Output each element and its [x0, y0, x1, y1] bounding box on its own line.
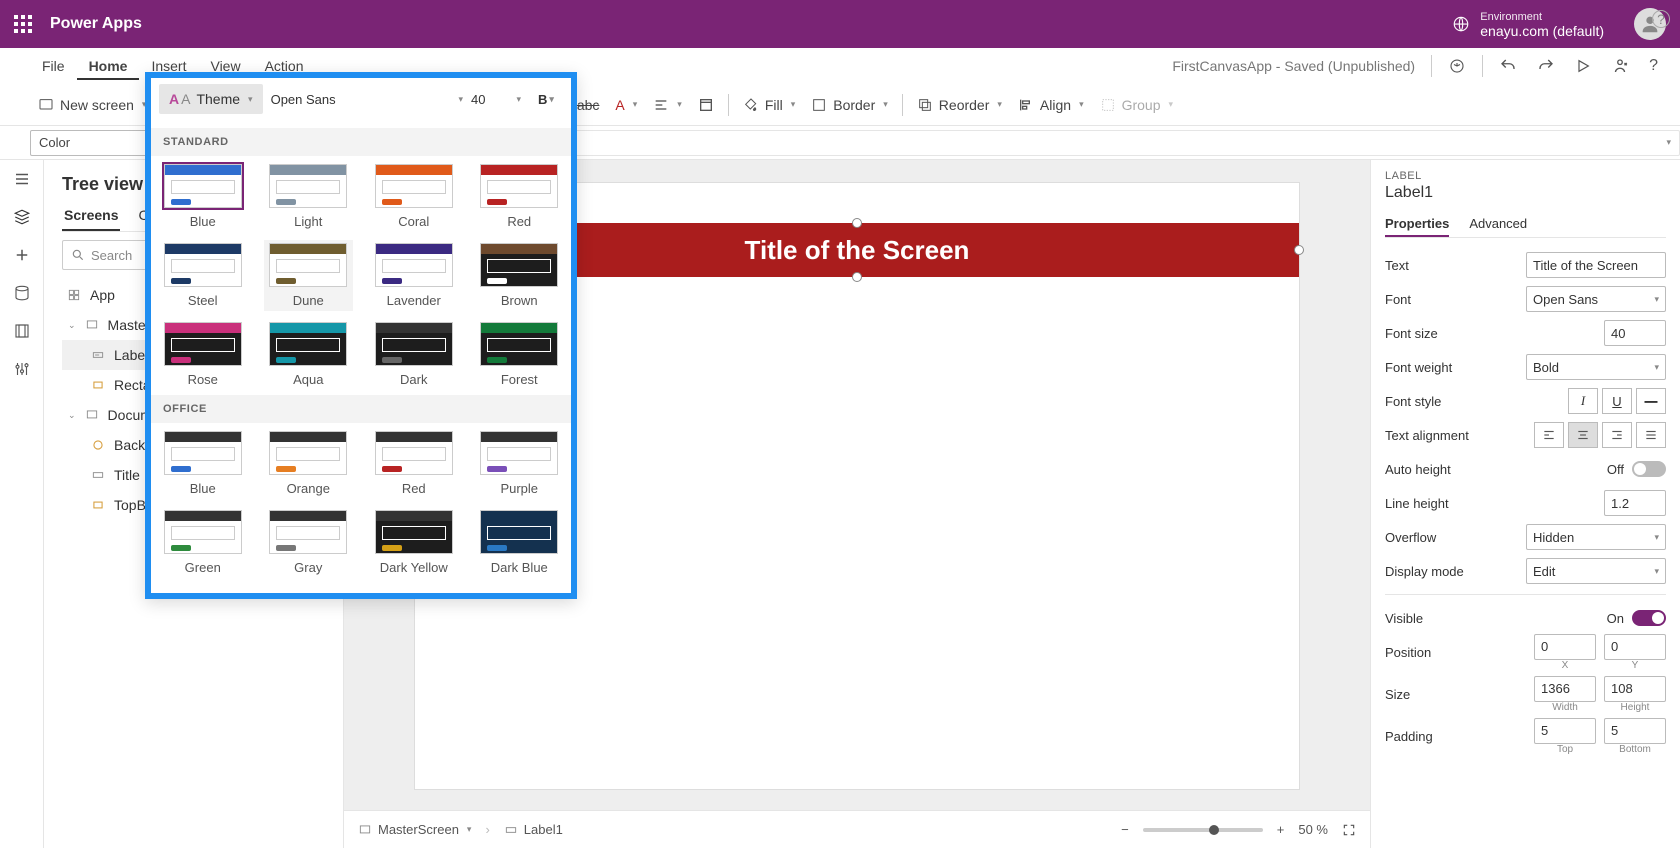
environment-selector[interactable]: Environment enayu.com (default): [1480, 10, 1622, 38]
prop-font[interactable]: Open Sans▾: [1526, 286, 1666, 312]
prop-pos-x[interactable]: 0: [1534, 634, 1596, 660]
left-rail: [0, 160, 44, 848]
theme-dark-blue[interactable]: Dark Blue: [478, 510, 562, 575]
theme-red[interactable]: Red: [372, 431, 456, 496]
theme-steel[interactable]: Steel: [161, 243, 245, 308]
environment-icon[interactable]: [1450, 13, 1472, 35]
help-icon[interactable]: ?: [1639, 51, 1668, 81]
play-icon[interactable]: [1565, 52, 1601, 80]
theme-light[interactable]: Light: [267, 164, 351, 229]
theme-dark[interactable]: Dark: [372, 322, 456, 387]
settings-icon[interactable]: [13, 360, 31, 378]
theme-popup: AATheme▾ Open Sans▾ 40▾ B▾ STANDARD Blue…: [145, 72, 577, 599]
prop-height[interactable]: 108: [1604, 676, 1666, 702]
zoom-slider[interactable]: [1143, 828, 1263, 832]
fullscreen-icon[interactable]: [1342, 823, 1356, 837]
breadcrumb-label[interactable]: Label1: [504, 822, 563, 837]
align-button[interactable]: Align▾: [1010, 93, 1092, 117]
prop-display[interactable]: Edit▾: [1526, 558, 1666, 584]
new-screen-button[interactable]: New screen▾: [30, 93, 154, 117]
media-icon[interactable]: [13, 322, 31, 340]
theme-section-standard: STANDARD: [151, 128, 571, 156]
prop-width[interactable]: 1366: [1534, 676, 1596, 702]
theme-red[interactable]: Red: [478, 164, 562, 229]
prop-pad-top[interactable]: 5: [1534, 718, 1596, 744]
vert-align-button[interactable]: [690, 93, 722, 117]
tab-screens[interactable]: Screens: [62, 201, 120, 231]
prop-fontweight[interactable]: Bold▾: [1526, 354, 1666, 380]
menu-home[interactable]: Home: [77, 52, 140, 80]
share-icon[interactable]: [1601, 51, 1639, 81]
group-button[interactable]: Group▾: [1092, 93, 1181, 117]
theme-orange[interactable]: Orange: [267, 431, 351, 496]
prop-pad-bottom[interactable]: 5: [1604, 718, 1666, 744]
app-header: Power Apps Environment enayu.com (defaul…: [0, 0, 1680, 48]
prop-overflow[interactable]: Hidden▾: [1526, 524, 1666, 550]
theme-green[interactable]: Green: [161, 510, 245, 575]
font-color-button[interactable]: A▾: [607, 93, 645, 117]
redo-icon[interactable]: [1527, 51, 1565, 81]
text-align-button[interactable]: ▾: [645, 93, 690, 117]
theme-aqua[interactable]: Aqua: [267, 322, 351, 387]
theme-lavender[interactable]: Lavender: [372, 243, 456, 308]
breadcrumb-screen[interactable]: MasterScreen▾: [358, 822, 471, 837]
tab-advanced[interactable]: Advanced: [1469, 212, 1527, 237]
theme-popup-size[interactable]: 40▾: [471, 92, 521, 107]
data-icon[interactable]: [13, 284, 31, 302]
theme-popup-font[interactable]: Open Sans▾: [271, 92, 463, 107]
theme-coral[interactable]: Coral: [372, 164, 456, 229]
zoom-out-icon[interactable]: −: [1121, 822, 1129, 837]
app-checker-icon[interactable]: [1438, 51, 1476, 81]
document-status: FirstCanvasApp - Saved (Unpublished): [1172, 58, 1425, 74]
prop-type: LABEL: [1385, 170, 1666, 182]
theme-dark-yellow[interactable]: Dark Yellow: [372, 510, 456, 575]
prop-text[interactable]: Title of the Screen: [1526, 252, 1666, 278]
property-selector[interactable]: [30, 130, 154, 156]
theme-gray[interactable]: Gray: [267, 510, 351, 575]
prop-visible[interactable]: [1632, 610, 1666, 626]
tree-view-icon[interactable]: [13, 208, 31, 226]
theme-purple[interactable]: Purple: [478, 431, 562, 496]
prop-pos-y[interactable]: 0: [1604, 634, 1666, 660]
tab-properties[interactable]: Properties: [1385, 212, 1449, 237]
theme-section-office: OFFICE: [151, 395, 571, 423]
zoom-value: 50 %: [1298, 822, 1328, 837]
prop-autoheight[interactable]: [1632, 461, 1666, 477]
theme-popup-bold[interactable]: B▾: [529, 84, 563, 114]
insert-icon[interactable]: [13, 246, 31, 264]
theme-dune[interactable]: Dune: [264, 240, 354, 311]
reorder-button[interactable]: Reorder▾: [909, 93, 1010, 117]
theme-forest[interactable]: Forest: [478, 322, 562, 387]
prop-fontstyle[interactable]: I U —: [1568, 388, 1666, 414]
theme-popup-button[interactable]: AATheme▾: [159, 84, 263, 114]
app-title: Power Apps: [50, 15, 142, 33]
waffle-icon[interactable]: [14, 15, 32, 33]
prop-align[interactable]: [1534, 422, 1666, 448]
menu-file[interactable]: File: [30, 52, 77, 80]
prop-fontsize[interactable]: 40: [1604, 320, 1666, 346]
theme-rose[interactable]: Rose: [161, 322, 245, 387]
theme-blue[interactable]: Blue: [161, 164, 245, 229]
properties-panel: ? LABEL Label1 Properties Advanced TextT…: [1370, 160, 1680, 848]
fill-button[interactable]: Fill▾: [735, 93, 803, 117]
prop-name: Label1: [1385, 184, 1666, 202]
canvas-footer: MasterScreen▾ › Label1 − + 50 %: [344, 810, 1370, 848]
border-button[interactable]: Border▾: [803, 93, 896, 117]
undo-icon[interactable]: [1489, 51, 1527, 81]
prop-lineheight[interactable]: 1.2: [1604, 490, 1666, 516]
theme-blue[interactable]: Blue: [161, 431, 245, 496]
theme-brown[interactable]: Brown: [478, 243, 562, 308]
hamburger-icon[interactable]: [13, 170, 31, 188]
zoom-in-icon[interactable]: +: [1277, 822, 1285, 837]
